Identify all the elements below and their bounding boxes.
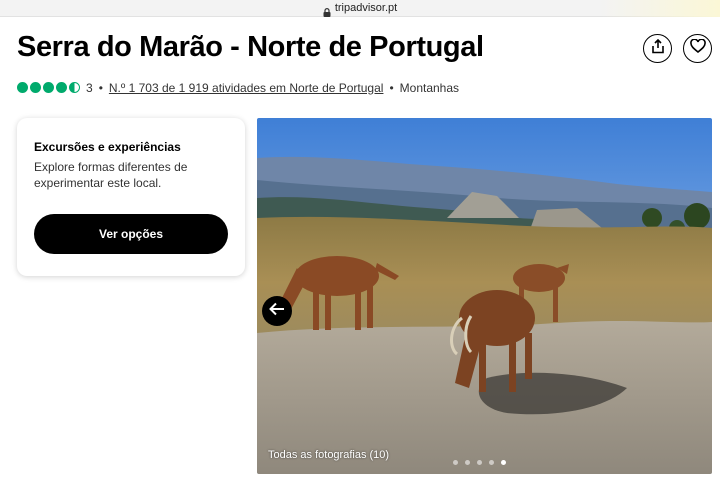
share-icon	[651, 38, 665, 59]
photo-gallery[interactable]: Todas as fotografias (10)	[257, 118, 712, 474]
arrow-left-icon	[269, 302, 285, 321]
card-title: Excursões e experiências	[34, 140, 181, 154]
experiences-card: Excursões e experiências Explore formas …	[17, 118, 245, 276]
share-button[interactable]	[643, 34, 672, 63]
rating-bubble-icon	[56, 82, 67, 93]
toolbar-highlight	[600, 0, 720, 17]
rating-half-bubble-icon	[69, 82, 80, 93]
previous-photo-button[interactable]	[262, 296, 292, 326]
pagination-dot[interactable]	[465, 460, 470, 465]
photo-pagination-dots	[453, 460, 506, 465]
view-options-button[interactable]: Ver opções	[34, 214, 228, 254]
lock-icon	[323, 4, 331, 17]
all-photos-link[interactable]: Todas as fotografias (10)	[268, 449, 389, 461]
save-heart-button[interactable]	[683, 34, 712, 63]
pagination-dot[interactable]	[489, 460, 494, 465]
rating-bubbles	[17, 82, 80, 93]
separator-dot: •	[98, 80, 103, 95]
heart-icon	[689, 38, 706, 58]
page-title: Serra do Marão - Norte de Portugal	[17, 31, 484, 63]
rating-bubble-icon	[17, 82, 28, 93]
rating-row: 3 • N.º 1 703 de 1 919 atividades em Nor…	[17, 79, 459, 96]
url-domain: tripadvisor.pt	[334, 2, 398, 14]
pagination-dot[interactable]	[477, 460, 482, 465]
category-label: Montanhas	[399, 80, 460, 95]
pagination-dot[interactable]	[453, 460, 458, 465]
review-count[interactable]: 3	[86, 81, 93, 95]
ranking-link[interactable]: N.º 1 703 de 1 919 atividades em Norte d…	[109, 81, 384, 95]
pagination-dot-active[interactable]	[501, 460, 506, 465]
mountain-goats-photo	[257, 118, 712, 474]
separator-dot: •	[389, 80, 394, 95]
rating-bubble-icon	[43, 82, 54, 93]
card-description: Explore formas diferentes de experimenta…	[34, 160, 188, 190]
browser-url-bar[interactable]: tripadvisor.pt	[0, 0, 720, 17]
rating-bubble-icon	[30, 82, 41, 93]
